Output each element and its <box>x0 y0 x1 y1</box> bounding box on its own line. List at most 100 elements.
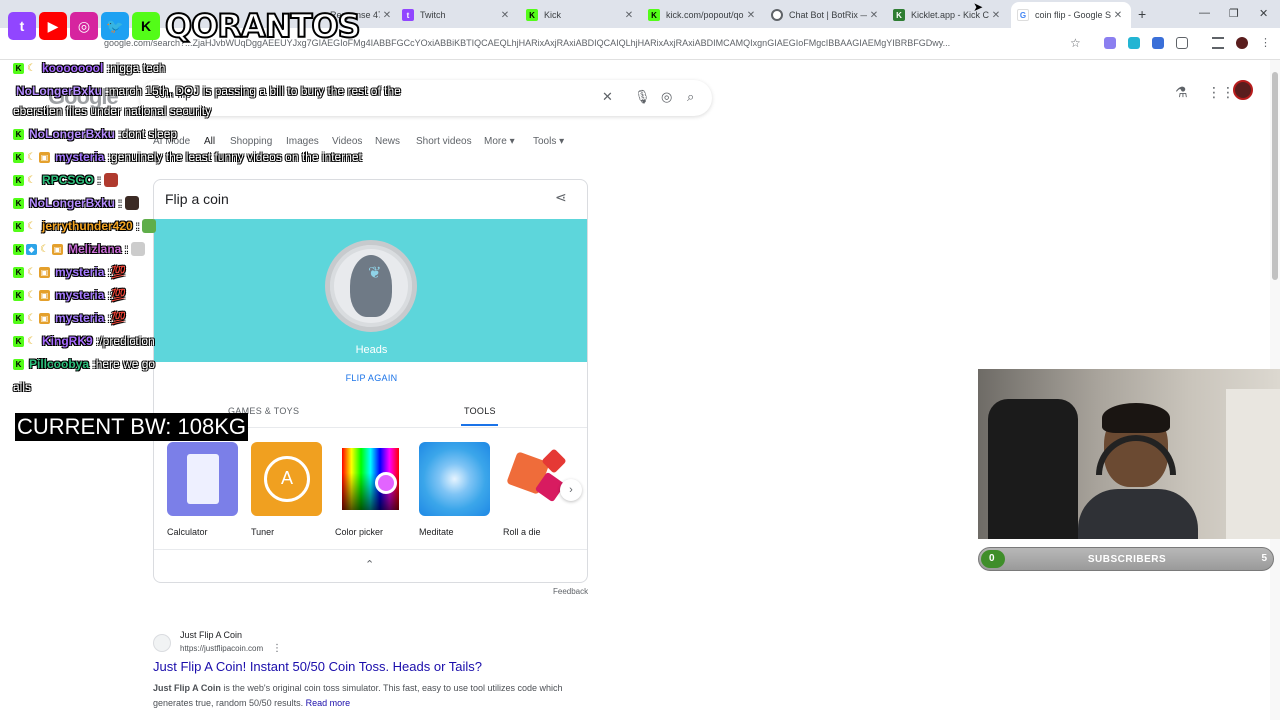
close-icon[interactable]: ✕ <box>380 10 394 21</box>
result-snippet: Just Flip A Coin is the web's original c… <box>153 681 593 711</box>
tab-label: coin flip - Google Sea <box>1035 10 1111 20</box>
result-url[interactable]: https://justflipacoin.com <box>180 644 263 653</box>
close-window-button[interactable]: ✕ <box>1259 7 1268 20</box>
new-tab-button[interactable]: + <box>1138 6 1146 22</box>
chat-username: jerrythunder420 <box>42 219 133 233</box>
browser-tab[interactable]: t Twitch ✕ <box>402 4 512 26</box>
menu-kebab-icon[interactable]: ⋮ <box>1260 37 1272 49</box>
chat-message: eberstien files under national security <box>13 104 211 118</box>
extension-icon[interactable] <box>1152 37 1164 49</box>
kick-badge-icon: K <box>13 128 24 140</box>
close-icon[interactable]: ✕ <box>498 10 512 21</box>
read-more-link[interactable]: Read more <box>306 698 351 708</box>
chat-username: RPCSGO <box>42 173 95 187</box>
profile-icon[interactable] <box>1236 37 1248 49</box>
microphone-icon[interactable]: 🎙 <box>634 89 651 105</box>
bookmark-star-icon[interactable]: ☆ <box>1070 36 1081 50</box>
moon-badge-icon: ☾ <box>40 243 49 255</box>
calculator-icon <box>167 442 238 516</box>
chat-text: 💯 <box>111 311 126 325</box>
moon-badge-icon: ☾ <box>27 289 36 301</box>
coin-area[interactable]: ❦ Heads <box>154 219 587 362</box>
browser-tab[interactable]: K kick.com/popout/qo ✕ <box>648 4 758 26</box>
close-icon[interactable]: ✕ <box>622 10 636 21</box>
tab-all[interactable]: All <box>204 136 215 147</box>
tab-images[interactable]: Images <box>286 136 319 147</box>
tab-short-videos[interactable]: Short videos <box>416 136 472 147</box>
chevron-right-icon[interactable]: › <box>560 479 582 501</box>
scrollbar-thumb[interactable] <box>1272 72 1278 280</box>
tab-label: Chat Bot | BotRix — C <box>789 10 867 20</box>
chat-username: NoLongerBxku <box>16 84 103 98</box>
tab-search-icon[interactable] <box>1212 37 1224 49</box>
result-title-link[interactable]: Just Flip A Coin! Instant 50/50 Coin Tos… <box>153 659 482 674</box>
google-icon: G <box>1017 9 1029 21</box>
instagram-icon: ◎ <box>70 12 98 40</box>
close-icon[interactable]: ✕ <box>867 10 881 21</box>
flip-result: Heads <box>355 344 388 356</box>
tool-tuner[interactable]: A Tuner <box>251 442 323 537</box>
result-site-name[interactable]: Just Flip A Coin <box>180 630 242 640</box>
streamer <box>1078 403 1198 539</box>
close-icon[interactable]: ✕ <box>744 10 758 21</box>
tool-calculator[interactable]: Calculator <box>167 442 239 537</box>
streamer-hair <box>1102 403 1170 433</box>
subscriber-goal-bar: 0 SUBSCRIBERS 5 <box>978 547 1274 571</box>
chat-username: koooooool <box>42 61 104 75</box>
flip-again-button[interactable]: FLIP AGAIN <box>154 373 587 383</box>
share-icon[interactable]: ⋖ <box>555 189 567 206</box>
tab-videos[interactable]: Videos <box>332 136 362 147</box>
tool-color-picker[interactable]: Color picker <box>335 442 407 537</box>
tool-label: Color picker <box>335 527 384 537</box>
tab-shopping[interactable]: Shopping <box>230 136 272 147</box>
lens-icon[interactable]: ◎ <box>661 89 672 105</box>
tool-meditate[interactable]: Meditate <box>419 442 491 537</box>
moon-badge-icon: ☾ <box>27 151 36 163</box>
search-icon[interactable]: ⌕ <box>687 89 694 105</box>
browser-tab-active[interactable]: G coin flip - Google Sea ✕ <box>1011 2 1131 28</box>
chat-message: K ☾ jerrythunder420 : <box>13 219 157 233</box>
browser-tab[interactable]: K Kicklet.app - Kick Ch ✕ <box>893 4 1003 26</box>
apps-grid-icon[interactable]: ⋮⋮ <box>1207 84 1235 101</box>
kick-badge-icon: K <box>13 197 24 209</box>
clear-icon[interactable]: ✕ <box>602 89 613 105</box>
browser-tab[interactable]: Chat Bot | BotRix — C ✕ <box>771 4 881 26</box>
feedback-link[interactable]: Feedback <box>553 587 588 596</box>
maximize-button[interactable]: ❐ <box>1229 7 1239 20</box>
kick-badge-icon: K <box>13 312 24 324</box>
chat-emote-icon <box>131 242 146 256</box>
tab-news[interactable]: News <box>375 136 400 147</box>
chat-username: Melizlana <box>68 242 122 256</box>
tab-tools[interactable]: Tools ▾ <box>533 136 564 147</box>
color-picker-icon <box>335 442 406 516</box>
tab-tools-section[interactable]: TOOLS <box>464 406 496 416</box>
subscriber-label: SUBSCRIBERS <box>1087 554 1167 565</box>
chat-message: K NoLongerBxku : dont sleep <box>13 127 177 141</box>
minimize-button[interactable]: — <box>1199 7 1210 19</box>
extension-icon[interactable] <box>1128 37 1140 49</box>
chat-username: mysteria <box>55 311 105 325</box>
subscriber-goal: 5 <box>1261 553 1267 564</box>
kick-icon: K <box>526 9 538 21</box>
tab-more[interactable]: More ▾ <box>484 136 515 147</box>
webcam-feed <box>978 369 1280 539</box>
chevron-up-icon[interactable]: ⌃ <box>365 558 374 571</box>
chat-text: nigga tech <box>110 61 166 75</box>
avatar[interactable] <box>1233 80 1253 100</box>
chat-username: mysteria <box>55 288 105 302</box>
close-icon[interactable]: ✕ <box>1111 10 1125 21</box>
chat-separator: : <box>103 61 110 75</box>
result-menu-icon[interactable]: ⋮ <box>272 643 282 654</box>
labs-flask-icon[interactable]: ⚗ <box>1175 84 1188 101</box>
chat-text: ails <box>13 380 32 394</box>
twitter-icon: 🐦 <box>101 12 129 40</box>
chat-emote-icon <box>103 173 118 187</box>
close-icon[interactable]: ✕ <box>989 10 1003 21</box>
puzzle-icon[interactable] <box>1176 37 1188 49</box>
chevron-down-icon: ▾ <box>509 136 515 147</box>
coin[interactable]: ❦ <box>325 240 417 332</box>
browser-tab[interactable]: K Kick ✕ <box>526 4 636 26</box>
chat-message: K ☾ RPCSGO : <box>13 173 118 187</box>
extension-icon[interactable] <box>1104 37 1116 49</box>
botrix-icon <box>771 9 783 21</box>
